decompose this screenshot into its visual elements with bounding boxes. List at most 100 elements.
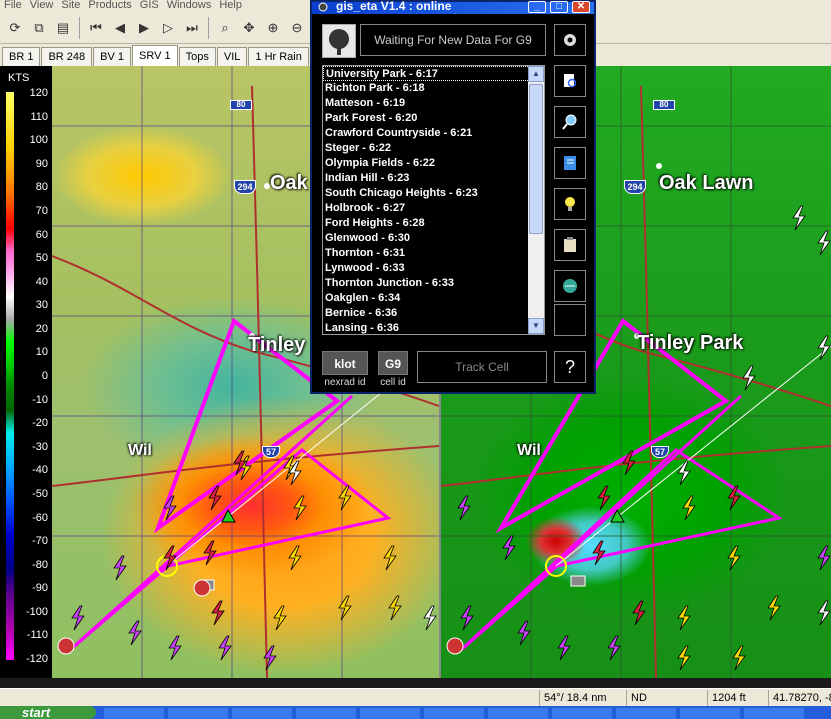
minimize-button[interactable]: _ bbox=[528, 1, 546, 13]
maximize-button[interactable]: □ bbox=[550, 1, 568, 13]
zoom-to-cell-button[interactable] bbox=[554, 106, 586, 138]
taskbar-item[interactable] bbox=[488, 708, 548, 719]
status-coordinates: 41.78270, -8 bbox=[768, 690, 831, 706]
taskbar-item[interactable] bbox=[744, 708, 804, 719]
settings-button[interactable] bbox=[554, 24, 586, 56]
city-eta-row[interactable]: Steger - 6:22 bbox=[323, 141, 544, 156]
refresh-icon[interactable]: ⟳ bbox=[4, 17, 26, 39]
city-eta-row[interactable]: Crawford Countryside - 6:21 bbox=[323, 126, 544, 141]
tab-br248[interactable]: BR 248 bbox=[41, 47, 93, 66]
menu-view[interactable]: View bbox=[26, 0, 58, 12]
menu-site[interactable]: Site bbox=[57, 0, 84, 12]
city-eta-row[interactable]: Lansing - 6:36 bbox=[323, 321, 544, 334]
step-forward-icon[interactable]: ▷ bbox=[157, 17, 179, 39]
city-eta-row[interactable]: Richton Park - 6:18 bbox=[323, 81, 544, 96]
city-eta-row[interactable]: Matteson - 6:19 bbox=[323, 96, 544, 111]
scale-tick-label: 30 bbox=[35, 299, 48, 312]
city-eta-row[interactable]: Lynwood - 6:33 bbox=[323, 261, 544, 276]
step-back-icon[interactable]: ◀ bbox=[109, 17, 131, 39]
map-layer-button[interactable] bbox=[554, 270, 586, 302]
city-label: Oak bbox=[270, 172, 308, 194]
spotter-icon bbox=[446, 637, 464, 655]
city-eta-row[interactable]: South Chicago Heights - 6:23 bbox=[323, 186, 544, 201]
city-label: Tinley Park bbox=[637, 332, 744, 354]
taskbar-item[interactable] bbox=[552, 708, 612, 719]
city-eta-row[interactable]: Bernice - 6:36 bbox=[323, 306, 544, 321]
magnifier-icon bbox=[562, 114, 577, 130]
scroll-up-icon[interactable]: ▲ bbox=[528, 66, 544, 82]
scale-gradient bbox=[6, 92, 14, 660]
scale-tick-label: 10 bbox=[35, 346, 48, 359]
city-eta-row[interactable]: Ford Heights - 6:28 bbox=[323, 216, 544, 231]
taskbar-item[interactable] bbox=[680, 708, 740, 719]
scroll-thumb[interactable] bbox=[529, 84, 543, 234]
menu-file[interactable]: File bbox=[0, 0, 26, 12]
tab-tops[interactable]: Tops bbox=[178, 47, 216, 66]
toolbar-separator bbox=[79, 16, 80, 39]
start-button[interactable]: start bbox=[0, 706, 96, 719]
list-scrollbar[interactable]: ▲ ▼ bbox=[528, 66, 544, 334]
nexrad-id-field[interactable]: klot bbox=[322, 351, 368, 375]
city-eta-row[interactable]: Oakglen - 6:34 bbox=[323, 291, 544, 306]
status-height: 1204 ft bbox=[707, 690, 767, 706]
city-eta-row[interactable]: Glenwood - 6:30 bbox=[323, 231, 544, 246]
scale-tick-label: 40 bbox=[35, 275, 48, 288]
taskbar-item[interactable] bbox=[424, 708, 484, 719]
city-label: Oak Lawn bbox=[659, 172, 754, 194]
menu-help[interactable]: Help bbox=[215, 0, 246, 12]
taskbar-item[interactable] bbox=[232, 708, 292, 719]
spotter-icon bbox=[193, 579, 211, 597]
city-eta-row[interactable]: Holbrook - 6:27 bbox=[323, 201, 544, 216]
scale-tick-label: 0 bbox=[41, 370, 48, 382]
city-eta-row[interactable]: Olympia Fields - 6:22 bbox=[323, 156, 544, 171]
city-eta-row[interactable]: Indian Hill - 6:23 bbox=[323, 171, 544, 186]
toolbar-separator bbox=[208, 16, 209, 39]
status-bar: 54°/ 18.4 nm ND 1204 ft 41.78270, -8 bbox=[0, 688, 831, 706]
track-cell-button[interactable]: Track Cell bbox=[417, 351, 547, 383]
taskbar-item[interactable] bbox=[168, 708, 228, 719]
radar-logo-icon bbox=[322, 24, 356, 58]
scale-tick-label: 90 bbox=[35, 157, 48, 170]
dialog-title-bar[interactable]: gis_eta V1.4 : online _ □ ✕ bbox=[312, 0, 594, 14]
pan-icon[interactable]: ✥ bbox=[238, 17, 260, 39]
city-eta-row[interactable]: Thornton Junction - 6:33 bbox=[323, 276, 544, 291]
taskbar-item[interactable] bbox=[360, 708, 420, 719]
search-button[interactable] bbox=[554, 65, 586, 97]
taskbar-item[interactable] bbox=[616, 708, 676, 719]
spotter-icon bbox=[570, 575, 586, 587]
cell-id-field[interactable]: G9 bbox=[378, 351, 408, 375]
eta-city-list[interactable]: University Park - 6:17 Richton Park - 6:1… bbox=[322, 65, 545, 335]
tab-br1[interactable]: BR 1 bbox=[2, 47, 41, 66]
play-icon[interactable]: ▶ bbox=[133, 17, 155, 39]
empty-button[interactable] bbox=[554, 304, 586, 336]
taskbar-item[interactable] bbox=[296, 708, 356, 719]
scale-tick-label: -120 bbox=[25, 653, 48, 665]
tab-srv1[interactable]: SRV 1 bbox=[132, 45, 178, 66]
menu-products[interactable]: Products bbox=[84, 0, 135, 12]
city-eta-row[interactable]: Thornton - 6:31 bbox=[323, 246, 544, 261]
menu-gis[interactable]: GIS bbox=[136, 0, 163, 12]
city-eta-row[interactable]: Park Forest - 6:20 bbox=[323, 111, 544, 126]
clipboard-button[interactable] bbox=[554, 229, 586, 261]
layers-icon[interactable]: ▤ bbox=[52, 17, 74, 39]
report-button[interactable] bbox=[554, 147, 586, 179]
zoom-in-icon[interactable]: ⊕ bbox=[262, 17, 284, 39]
copy-icon[interactable]: ⧉ bbox=[28, 17, 50, 39]
scroll-down-icon[interactable]: ▼ bbox=[528, 318, 544, 334]
scale-tick-label: -50 bbox=[32, 487, 48, 500]
last-frame-icon[interactable]: ⏭ bbox=[181, 17, 203, 39]
tips-button[interactable] bbox=[554, 188, 586, 220]
tab-bv1[interactable]: BV 1 bbox=[93, 47, 132, 66]
help-button[interactable]: ? bbox=[554, 351, 586, 383]
taskbar-item[interactable] bbox=[104, 708, 164, 719]
tab-1hr-rain[interactable]: 1 Hr Rain bbox=[248, 47, 309, 66]
first-frame-icon[interactable]: ⏮ bbox=[85, 17, 107, 39]
close-button[interactable]: ✕ bbox=[572, 1, 590, 13]
city-eta-row[interactable]: University Park - 6:17 bbox=[323, 66, 544, 81]
highway-shield: 80 bbox=[653, 100, 675, 110]
tab-vil[interactable]: VIL bbox=[216, 47, 248, 66]
zoom-out-icon[interactable]: ⊖ bbox=[286, 17, 308, 39]
status-nd: ND bbox=[626, 690, 706, 706]
zoom-icon[interactable]: ⌕ bbox=[214, 17, 236, 39]
menu-windows[interactable]: Windows bbox=[163, 0, 216, 12]
